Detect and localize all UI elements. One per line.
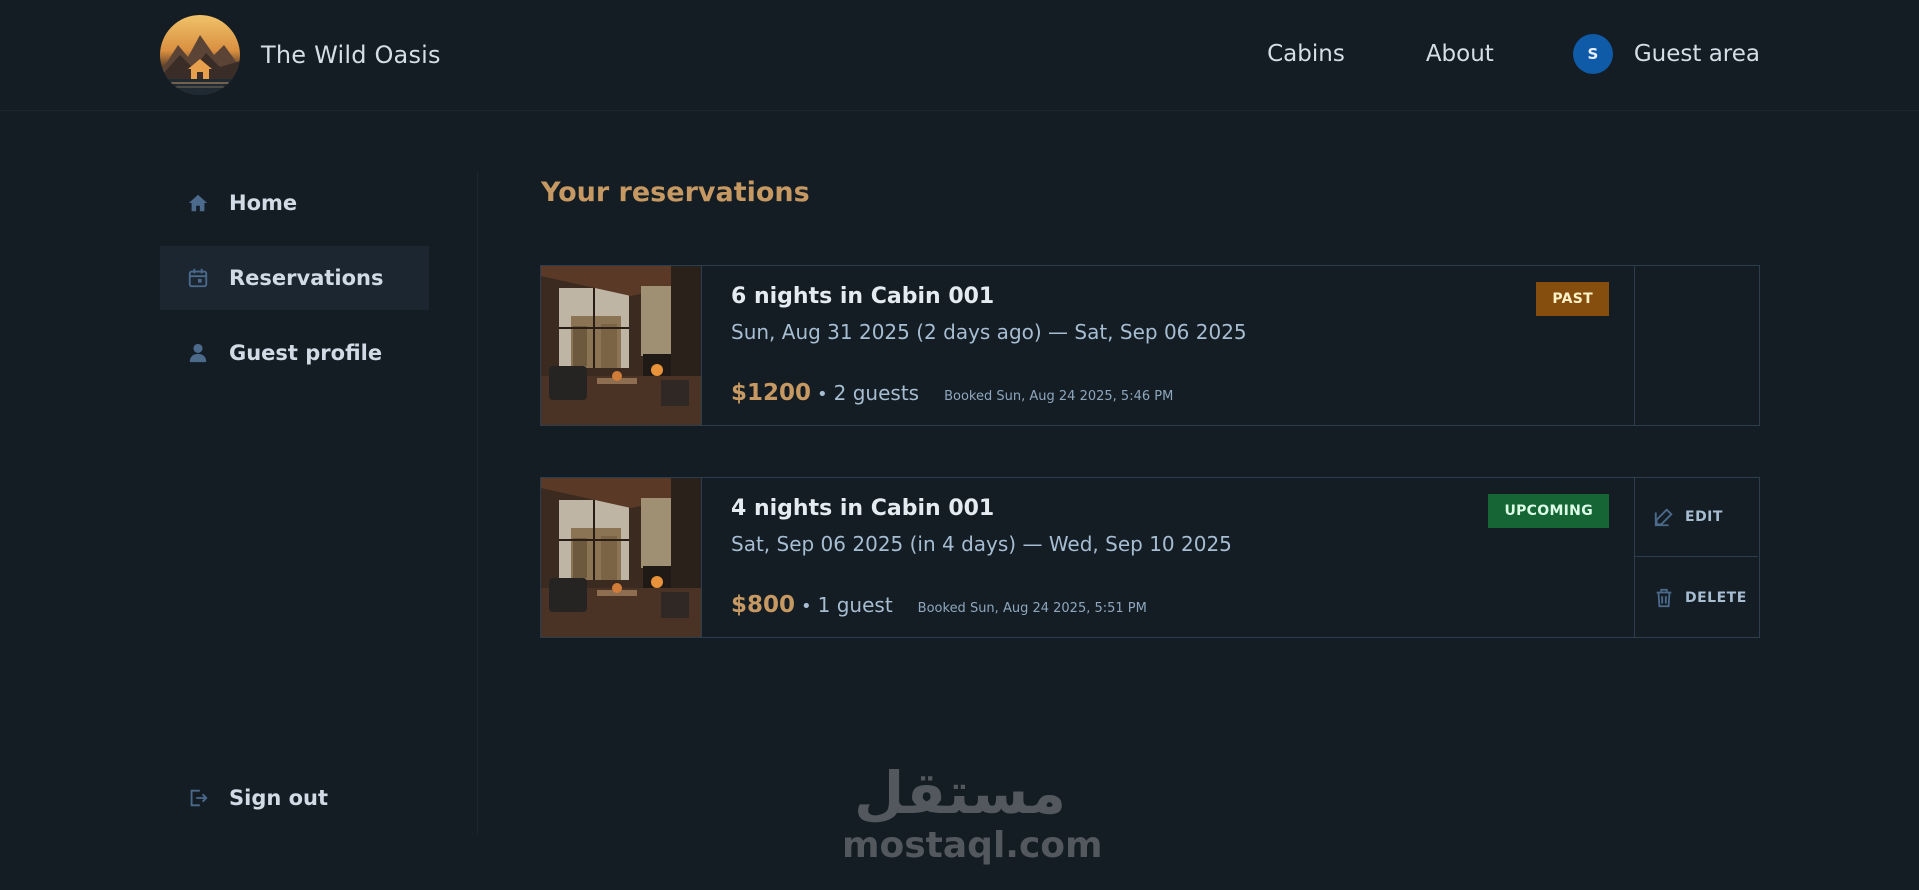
sidebar-item-label: Home [229, 191, 298, 215]
reservation-dates: Sat, Sep 06 2025 (in 4 days) — Wed, Sep … [731, 532, 1232, 556]
edit-reservation-button[interactable]: EDIT [1635, 478, 1758, 557]
delete-reservation-button[interactable]: DELETE [1635, 558, 1758, 637]
reservation-booked-date: Booked Sun, Aug 24 2025, 5:46 PM [944, 389, 1174, 404]
reservation-summary: $1200 • 2 guests Booked Sun, Aug 24 2025… [731, 380, 1173, 406]
sign-out-label: Sign out [229, 786, 329, 810]
cabin-image [541, 478, 702, 637]
delete-label: DELETE [1685, 589, 1747, 606]
separator-dot: • [817, 384, 828, 405]
nav-cabins-link[interactable]: Cabins [1267, 41, 1345, 67]
page-title: Your reservations [541, 177, 810, 208]
avatar: S [1572, 34, 1613, 74]
reservation-booked-date: Booked Sun, Aug 24 2025, 5:51 PM [917, 601, 1147, 616]
reservation-title: 4 nights in Cabin 001 [731, 496, 995, 521]
watermark-arabic: مستقل [853, 759, 1067, 827]
edit-label: EDIT [1685, 509, 1723, 525]
trash-icon [1656, 588, 1672, 607]
watermark-latin: mostaql.com [842, 825, 1103, 866]
reservation-price: $1200 [731, 380, 812, 406]
status-badge: UPCOMING [1488, 494, 1609, 528]
sidebar-item-reservations[interactable]: Reservations [160, 246, 429, 310]
logo-image [160, 15, 240, 95]
cabin-image [541, 266, 702, 425]
sign-out-icon [186, 786, 210, 810]
reservation-card: 6 nights in Cabin 001 Sun, Aug 31 2025 (… [540, 265, 1760, 426]
reservation-actions [1634, 266, 1759, 425]
brand-name: The Wild Oasis [261, 41, 441, 69]
sidebar-item-label: Reservations [229, 266, 384, 290]
reservation-actions: EDIT DELETE [1634, 478, 1759, 637]
sidebar-item-guest-profile[interactable]: Guest profile [160, 321, 429, 385]
account-sidebar: Home Reservations Guest profile Sign out [160, 171, 478, 834]
user-icon [186, 341, 210, 365]
reservation-details: 4 nights in Cabin 001 Sat, Sep 06 2025 (… [731, 478, 1609, 637]
reservation-guests: 2 guests [833, 381, 920, 405]
brand-link[interactable]: The Wild Oasis [160, 15, 441, 95]
reservation-price: $800 [731, 592, 796, 618]
guest-area-label: Guest area [1633, 41, 1760, 67]
sign-out-button[interactable]: Sign out [160, 766, 429, 830]
reservation-guests: 1 guest [817, 593, 893, 617]
calendar-icon [186, 266, 210, 290]
sidebar-item-home[interactable]: Home [160, 171, 429, 235]
main-nav: Cabins About S Guest area [1267, 0, 1760, 108]
nav-guest-area-link[interactable]: S Guest area [1572, 34, 1760, 74]
status-badge: PAST [1536, 282, 1609, 316]
site-header: The Wild Oasis Cabins About S Guest area [0, 0, 1919, 111]
sidebar-item-label: Guest profile [229, 341, 383, 365]
reservation-dates: Sun, Aug 31 2025 (2 days ago) — Sat, Sep… [731, 320, 1247, 344]
nav-about-link[interactable]: About [1426, 41, 1494, 67]
reservation-card: 4 nights in Cabin 001 Sat, Sep 06 2025 (… [540, 477, 1760, 638]
reservation-details: 6 nights in Cabin 001 Sun, Aug 31 2025 (… [731, 266, 1609, 425]
reservation-summary: $800 • 1 guest Booked Sun, Aug 24 2025, … [731, 592, 1147, 618]
separator-dot: • [801, 596, 812, 617]
reservation-title: 6 nights in Cabin 001 [731, 284, 995, 309]
home-icon [186, 191, 210, 215]
watermark: مستقل mostaql.com [842, 759, 1103, 874]
edit-icon [1654, 508, 1673, 527]
